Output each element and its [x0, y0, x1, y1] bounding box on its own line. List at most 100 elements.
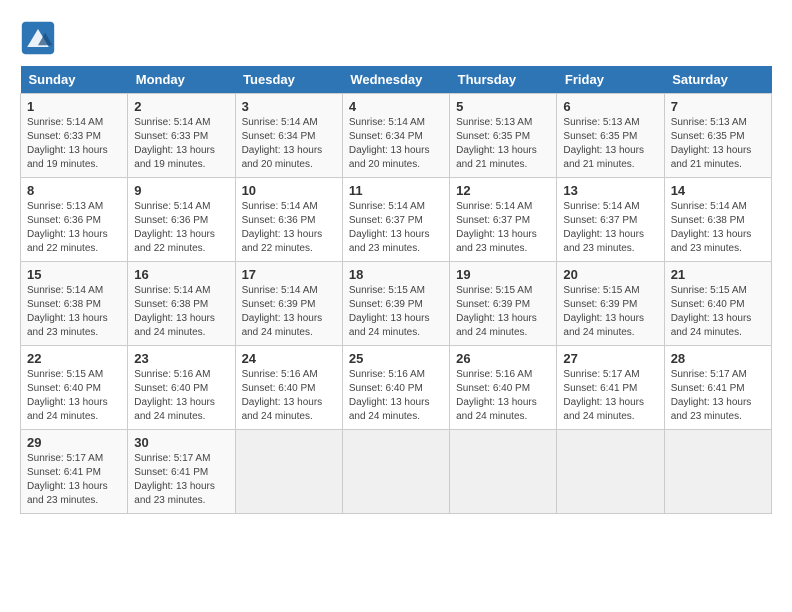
day-number: 4 — [349, 99, 443, 114]
calendar-table: SundayMondayTuesdayWednesdayThursdayFrid… — [20, 66, 772, 514]
calendar-day-cell: 9 Sunrise: 5:14 AM Sunset: 6:36 PM Daylig… — [128, 178, 235, 262]
day-detail: Sunrise: 5:14 AM Sunset: 6:33 PM Dayligh… — [134, 116, 228, 172]
calendar-day-cell: 8 Sunrise: 5:13 AM Sunset: 6:36 PM Daylig… — [21, 178, 128, 262]
day-detail: Sunrise: 5:14 AM Sunset: 6:37 PM Dayligh… — [456, 200, 550, 256]
header-thursday: Thursday — [450, 66, 557, 94]
day-number: 14 — [671, 183, 765, 198]
calendar-day-cell: 5 Sunrise: 5:13 AM Sunset: 6:35 PM Daylig… — [450, 94, 557, 178]
day-detail: Sunrise: 5:14 AM Sunset: 6:37 PM Dayligh… — [349, 200, 443, 256]
calendar-day-cell — [450, 430, 557, 514]
calendar-day-cell — [557, 430, 664, 514]
logo-icon — [20, 20, 56, 56]
day-number: 27 — [563, 351, 657, 366]
header-tuesday: Tuesday — [235, 66, 342, 94]
day-number: 1 — [27, 99, 121, 114]
calendar-day-cell: 1 Sunrise: 5:14 AM Sunset: 6:33 PM Daylig… — [21, 94, 128, 178]
header-saturday: Saturday — [664, 66, 771, 94]
calendar-day-cell: 20 Sunrise: 5:15 AM Sunset: 6:39 PM Dayli… — [557, 262, 664, 346]
day-number: 3 — [242, 99, 336, 114]
day-number: 10 — [242, 183, 336, 198]
day-detail: Sunrise: 5:14 AM Sunset: 6:36 PM Dayligh… — [242, 200, 336, 256]
day-number: 5 — [456, 99, 550, 114]
calendar-day-cell: 17 Sunrise: 5:14 AM Sunset: 6:39 PM Dayli… — [235, 262, 342, 346]
day-number: 8 — [27, 183, 121, 198]
calendar-day-cell: 14 Sunrise: 5:14 AM Sunset: 6:38 PM Dayli… — [664, 178, 771, 262]
calendar-day-cell: 27 Sunrise: 5:17 AM Sunset: 6:41 PM Dayli… — [557, 346, 664, 430]
day-number: 17 — [242, 267, 336, 282]
calendar-day-cell: 13Sunrise: 5:14 AM Sunset: 6:37 PM Dayli… — [557, 178, 664, 262]
calendar-day-cell: 21 Sunrise: 5:15 AM Sunset: 6:40 PM Dayli… — [664, 262, 771, 346]
day-number: 2 — [134, 99, 228, 114]
day-detail: Sunrise: 5:14 AM Sunset: 6:38 PM Dayligh… — [671, 200, 765, 256]
calendar-day-cell: 7 Sunrise: 5:13 AM Sunset: 6:35 PM Daylig… — [664, 94, 771, 178]
day-number: 11 — [349, 183, 443, 198]
day-detail: Sunrise: 5:14 AM Sunset: 6:34 PM Dayligh… — [242, 116, 336, 172]
calendar-week-row: 22 Sunrise: 5:15 AM Sunset: 6:40 PM Dayli… — [21, 346, 772, 430]
header-friday: Friday — [557, 66, 664, 94]
day-number: 29 — [27, 435, 121, 450]
calendar-day-cell: 30 Sunrise: 5:17 AM Sunset: 6:41 PM Dayli… — [128, 430, 235, 514]
calendar-day-cell: 28Sunrise: 5:17 AM Sunset: 6:41 PM Dayli… — [664, 346, 771, 430]
calendar-day-cell: 26 Sunrise: 5:16 AM Sunset: 6:40 PM Dayli… — [450, 346, 557, 430]
calendar-day-cell: 23 Sunrise: 5:16 AM Sunset: 6:40 PM Dayli… — [128, 346, 235, 430]
day-detail: Sunrise: 5:14 AM Sunset: 6:39 PM Dayligh… — [242, 284, 336, 340]
day-detail: Sunrise: 5:15 AM Sunset: 6:39 PM Dayligh… — [563, 284, 657, 340]
calendar-day-cell: 6 Sunrise: 5:13 AM Sunset: 6:35 PM Daylig… — [557, 94, 664, 178]
day-detail: Sunrise: 5:15 AM Sunset: 6:39 PM Dayligh… — [456, 284, 550, 340]
day-number: 21 — [671, 267, 765, 282]
day-number: 23 — [134, 351, 228, 366]
day-number: 24 — [242, 351, 336, 366]
day-detail: Sunrise: 5:17 AM Sunset: 6:41 PM Dayligh… — [134, 452, 228, 508]
day-detail: Sunrise: 5:15 AM Sunset: 6:39 PM Dayligh… — [349, 284, 443, 340]
day-detail: Sunrise: 5:17 AM Sunset: 6:41 PM Dayligh… — [27, 452, 121, 508]
calendar-header-row: SundayMondayTuesdayWednesdayThursdayFrid… — [21, 66, 772, 94]
calendar-day-cell: 16 Sunrise: 5:14 AM Sunset: 6:38 PM Dayli… — [128, 262, 235, 346]
day-detail: Sunrise: 5:14 AM Sunset: 6:38 PM Dayligh… — [134, 284, 228, 340]
day-detail: Sunrise: 5:17 AM Sunset: 6:41 PM Dayligh… — [563, 368, 657, 424]
calendar-day-cell: 2 Sunrise: 5:14 AM Sunset: 6:33 PM Daylig… — [128, 94, 235, 178]
day-detail: Sunrise: 5:14 AM Sunset: 6:33 PM Dayligh… — [27, 116, 121, 172]
day-number: 16 — [134, 267, 228, 282]
day-detail: Sunrise: 5:16 AM Sunset: 6:40 PM Dayligh… — [456, 368, 550, 424]
day-detail: Sunrise: 5:13 AM Sunset: 6:35 PM Dayligh… — [456, 116, 550, 172]
day-number: 22 — [27, 351, 121, 366]
calendar-day-cell: 4Sunrise: 5:14 AM Sunset: 6:34 PM Daylig… — [342, 94, 449, 178]
calendar-day-cell: 25Sunrise: 5:16 AM Sunset: 6:40 PM Dayli… — [342, 346, 449, 430]
calendar-day-cell: 19 Sunrise: 5:15 AM Sunset: 6:39 PM Dayli… — [450, 262, 557, 346]
calendar-week-row: 15 Sunrise: 5:14 AM Sunset: 6:38 PM Dayli… — [21, 262, 772, 346]
day-detail: Sunrise: 5:15 AM Sunset: 6:40 PM Dayligh… — [27, 368, 121, 424]
day-number: 6 — [563, 99, 657, 114]
day-detail: Sunrise: 5:13 AM Sunset: 6:35 PM Dayligh… — [563, 116, 657, 172]
day-number: 18 — [349, 267, 443, 282]
day-number: 7 — [671, 99, 765, 114]
header-monday: Monday — [128, 66, 235, 94]
day-detail: Sunrise: 5:13 AM Sunset: 6:36 PM Dayligh… — [27, 200, 121, 256]
header-wednesday: Wednesday — [342, 66, 449, 94]
page-header — [20, 20, 772, 56]
calendar-day-cell: 10 Sunrise: 5:14 AM Sunset: 6:36 PM Dayli… — [235, 178, 342, 262]
day-number: 20 — [563, 267, 657, 282]
logo — [20, 20, 62, 56]
day-detail: Sunrise: 5:13 AM Sunset: 6:35 PM Dayligh… — [671, 116, 765, 172]
calendar-day-cell: 3 Sunrise: 5:14 AM Sunset: 6:34 PM Daylig… — [235, 94, 342, 178]
calendar-day-cell: 22 Sunrise: 5:15 AM Sunset: 6:40 PM Dayli… — [21, 346, 128, 430]
day-number: 9 — [134, 183, 228, 198]
day-number: 19 — [456, 267, 550, 282]
calendar-day-cell: 18 Sunrise: 5:15 AM Sunset: 6:39 PM Dayli… — [342, 262, 449, 346]
header-sunday: Sunday — [21, 66, 128, 94]
calendar-day-cell — [664, 430, 771, 514]
day-number: 25 — [349, 351, 443, 366]
day-number: 15 — [27, 267, 121, 282]
day-number: 30 — [134, 435, 228, 450]
calendar-day-cell — [235, 430, 342, 514]
day-number: 26 — [456, 351, 550, 366]
calendar-day-cell: 29 Sunrise: 5:17 AM Sunset: 6:41 PM Dayli… — [21, 430, 128, 514]
day-detail: Sunrise: 5:14 AM Sunset: 6:38 PM Dayligh… — [27, 284, 121, 340]
calendar-week-row: 8 Sunrise: 5:13 AM Sunset: 6:36 PM Daylig… — [21, 178, 772, 262]
day-detail: Sunrise: 5:16 AM Sunset: 6:40 PM Dayligh… — [134, 368, 228, 424]
day-number: 13 — [563, 183, 657, 198]
day-detail: Sunrise: 5:15 AM Sunset: 6:40 PM Dayligh… — [671, 284, 765, 340]
calendar-day-cell: 12Sunrise: 5:14 AM Sunset: 6:37 PM Dayli… — [450, 178, 557, 262]
calendar-week-row: 29 Sunrise: 5:17 AM Sunset: 6:41 PM Dayli… — [21, 430, 772, 514]
day-detail: Sunrise: 5:14 AM Sunset: 6:36 PM Dayligh… — [134, 200, 228, 256]
